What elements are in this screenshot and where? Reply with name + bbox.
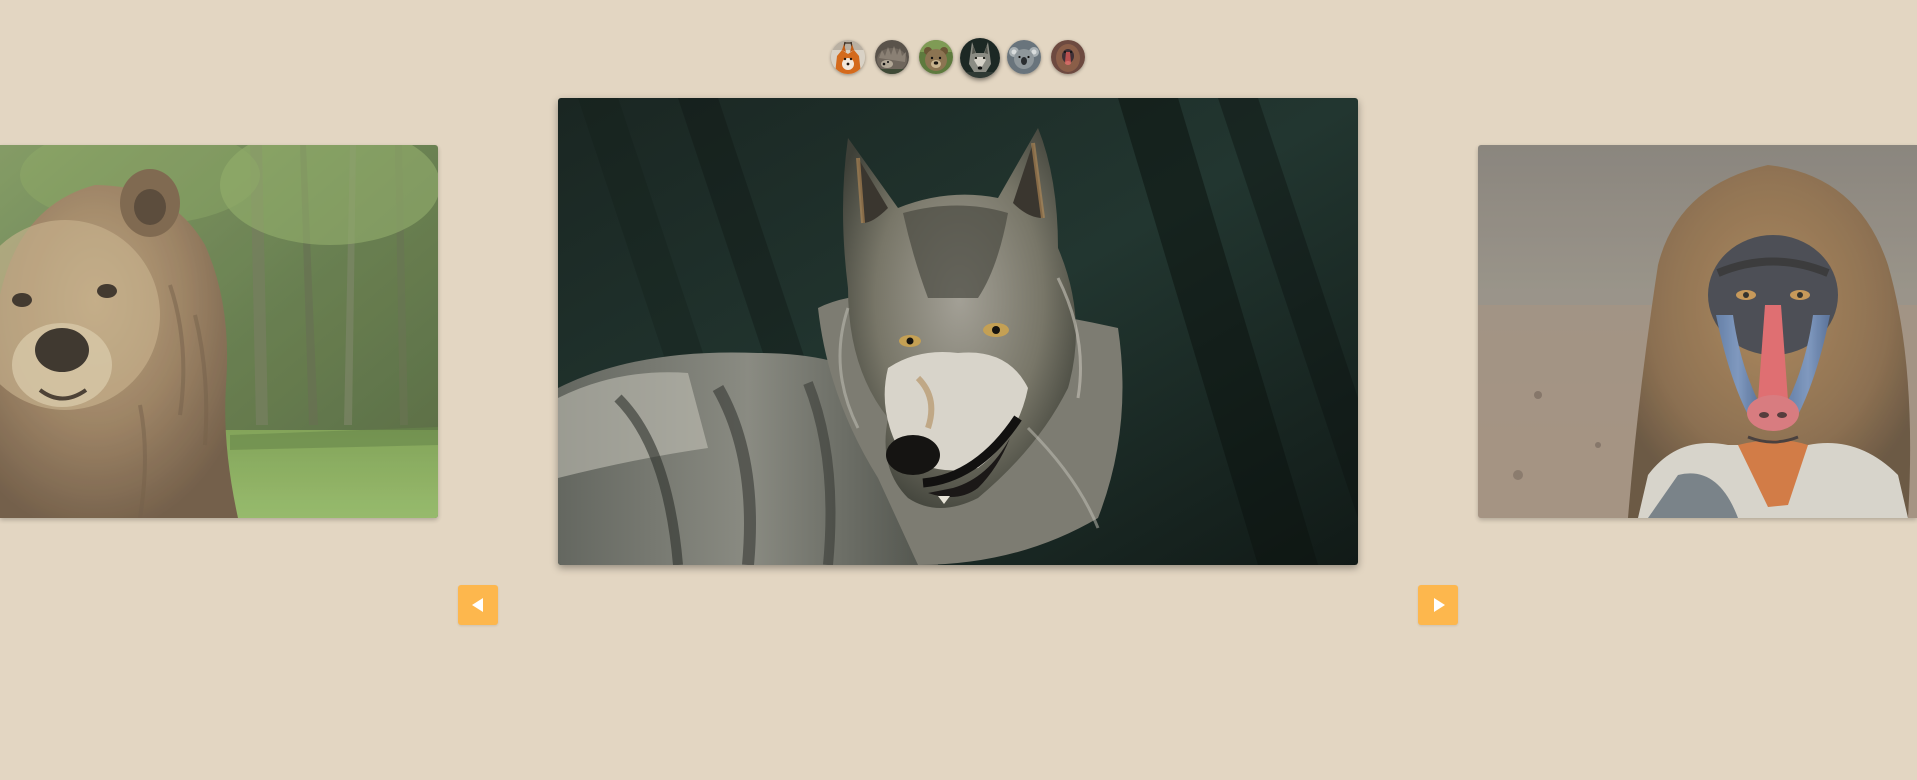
triangle-left-icon (472, 598, 483, 612)
thumbnail-strip (0, 38, 1917, 78)
bear-thumbnail-icon (919, 40, 953, 74)
wolf-thumbnail-icon (960, 38, 1000, 78)
wolf-photo (558, 98, 1358, 565)
thumbnail-hedgehog[interactable] (875, 40, 909, 74)
mandrill-photo (1478, 145, 1917, 518)
triangle-right-icon (1434, 598, 1445, 612)
current-slide-wolf[interactable] (558, 98, 1358, 565)
thumbnail-bear[interactable] (919, 40, 953, 74)
thumbnail-fox[interactable] (831, 40, 865, 74)
next-slide-mandrill[interactable] (1478, 145, 1917, 518)
thumbnail-wolf[interactable] (960, 38, 1000, 78)
koala-thumbnail-icon (1007, 40, 1041, 74)
bear-photo (0, 145, 438, 518)
previous-button[interactable] (458, 585, 498, 625)
hedgehog-thumbnail-icon (875, 40, 909, 74)
fox-thumbnail-icon (831, 40, 865, 74)
previous-slide-bear[interactable] (0, 145, 438, 518)
next-button[interactable] (1418, 585, 1458, 625)
carousel-page (0, 0, 1917, 780)
thumbnail-mandrill[interactable] (1051, 40, 1085, 74)
mandrill-thumbnail-icon (1051, 40, 1085, 74)
thumbnail-koala[interactable] (1007, 40, 1041, 74)
